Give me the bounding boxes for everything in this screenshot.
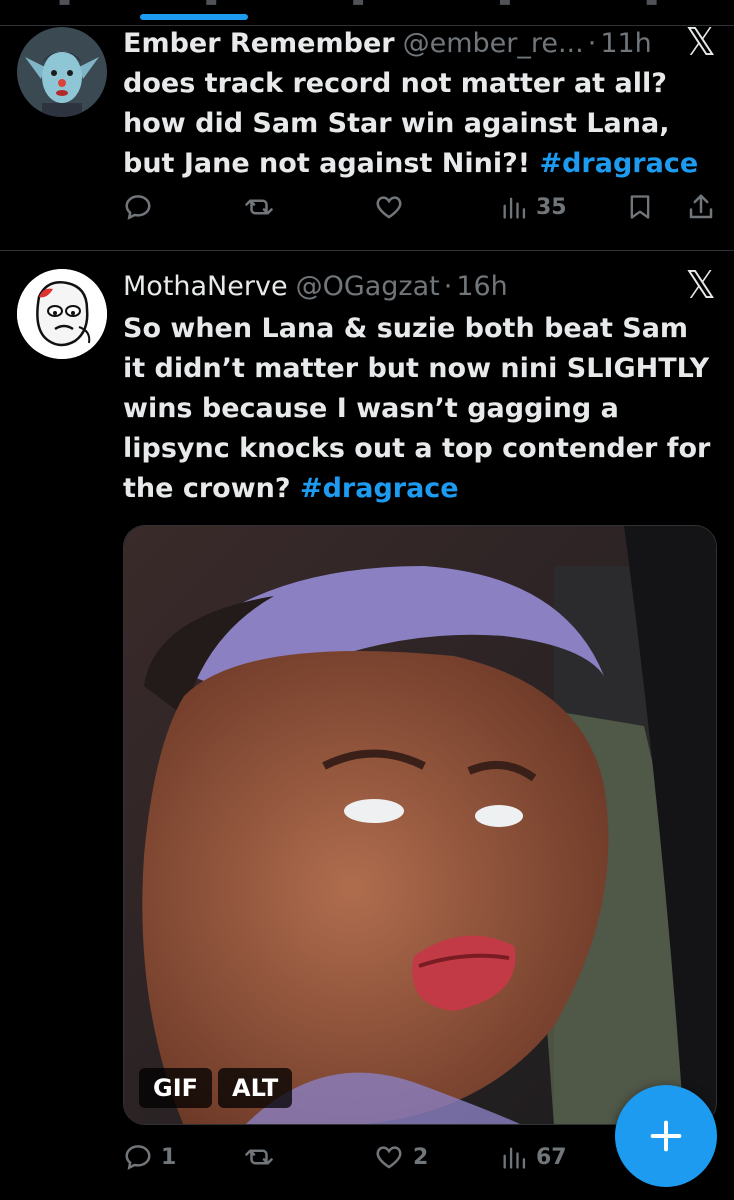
gif-media[interactable] — [123, 525, 717, 1125]
reply-count: 1 — [161, 1144, 177, 1170]
separator-dot: · — [587, 28, 597, 59]
reply-icon — [125, 1145, 151, 1170]
hashtag-link[interactable]: #dragrace — [300, 473, 459, 504]
repost-icon — [245, 1149, 273, 1165]
views-count: 67 — [536, 1144, 567, 1170]
bookmark-icon — [630, 195, 650, 219]
reply-button[interactable] — [123, 192, 161, 222]
views-count: 35 — [536, 194, 567, 220]
timestamp[interactable]: 11h — [600, 26, 651, 62]
post-text: So when Lana & suzie both beat Sam it di… — [123, 309, 716, 509]
reply-icon — [125, 195, 151, 220]
views-icon — [503, 1147, 526, 1169]
x-logo-icon[interactable]: 𝕏 — [685, 266, 716, 304]
display-name[interactable]: MothaNerve — [123, 269, 288, 305]
compose-button[interactable] — [615, 1085, 717, 1187]
views-button[interactable]: 35 — [500, 192, 567, 222]
handle[interactable]: @ember_re... — [403, 26, 584, 62]
post-actions: 35 — [123, 192, 718, 232]
repost-button[interactable] — [243, 1142, 283, 1172]
like-button[interactable]: 2 — [373, 1142, 428, 1172]
separator-dot: · — [443, 271, 453, 302]
plus-icon — [650, 1120, 682, 1152]
repost-button[interactable] — [243, 192, 283, 222]
share-button[interactable] — [686, 192, 716, 222]
post-header: Ember Remember @ember_re... · 11h — [123, 26, 716, 62]
post-text: does track record not matter at all? how… — [123, 64, 716, 184]
hashtag-link[interactable]: #dragrace — [539, 148, 698, 179]
like-icon — [376, 1146, 402, 1169]
post-ember-remember[interactable]: Ember Remember @ember_re... · 11h 𝕏 does… — [0, 0, 734, 250]
share-icon — [689, 194, 713, 219]
handle[interactable]: @OGagzat — [296, 269, 440, 305]
like-icon — [376, 196, 402, 219]
avatar[interactable] — [17, 269, 107, 359]
gif-image — [124, 526, 716, 1124]
bookmark-button[interactable] — [626, 192, 654, 222]
post-header: MothaNerve @OGagzat · 16h — [123, 269, 716, 305]
timestamp[interactable]: 16h — [456, 269, 507, 305]
views-icon — [503, 197, 526, 219]
alt-badge[interactable]: ALT — [218, 1068, 293, 1108]
like-button[interactable] — [373, 192, 413, 222]
avatar-image — [17, 269, 107, 359]
repost-icon — [245, 199, 273, 215]
x-logo-icon[interactable]: 𝕏 — [685, 23, 716, 61]
gif-badge: GIF — [139, 1068, 213, 1108]
like-count: 2 — [413, 1144, 429, 1170]
avatar-image — [17, 27, 107, 117]
avatar[interactable] — [17, 27, 107, 117]
display-name[interactable]: Ember Remember — [123, 26, 395, 62]
reply-button[interactable]: 1 — [123, 1142, 176, 1172]
views-button[interactable]: 67 — [500, 1142, 567, 1172]
